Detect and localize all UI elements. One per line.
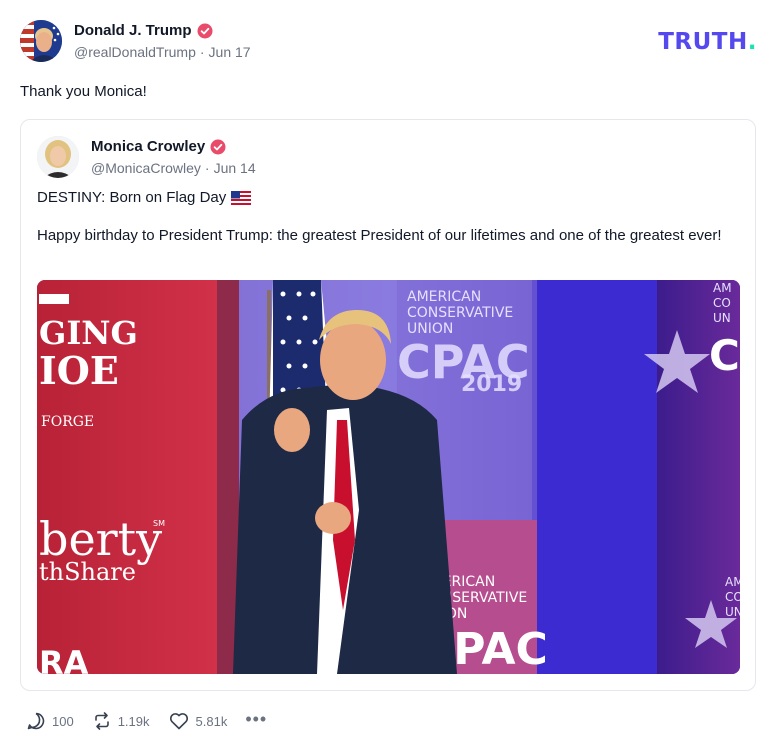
post-date[interactable]: Jun 17 xyxy=(209,44,251,60)
truth-logo-dot: . xyxy=(747,29,757,55)
reply-count: 100 xyxy=(52,713,74,729)
author-avatar[interactable] xyxy=(20,20,62,62)
heart-icon xyxy=(169,713,188,730)
sign-left-text-5: thShare xyxy=(39,558,136,586)
sign-left-text-6: SM xyxy=(153,519,165,528)
truth-logo[interactable]: TRUTH. xyxy=(658,30,757,54)
author-name-row: Donald J. Trump xyxy=(74,21,251,41)
post-text: Thank you Monica! xyxy=(20,83,147,100)
sign-right-text-2: CO xyxy=(713,296,731,310)
post-header: Donald J. Trump @realDonaldTrump · Jun 17 xyxy=(20,20,251,62)
sign-mid-text-1: AMERICAN xyxy=(407,289,481,305)
quoted-body-text: Happy birthday to President Trump: the g… xyxy=(37,227,722,244)
quoted-post-date[interactable]: Jun 14 xyxy=(214,160,256,176)
quoted-author-name[interactable]: Monica Crowley xyxy=(91,138,205,155)
author-sub-row: @realDonaldTrump · Jun 17 xyxy=(74,44,251,62)
author-meta: Donald J. Trump @realDonaldTrump · Jun 17 xyxy=(74,21,251,62)
sign-left-text-2: IOE xyxy=(39,348,119,393)
sign-left-text-1: GING xyxy=(39,314,138,352)
sign-right-text-4: C xyxy=(709,331,740,380)
retruth-button[interactable]: 1.19k xyxy=(92,711,150,731)
sign-right-text-6: CO xyxy=(725,590,740,604)
sign-right-text-7: UN xyxy=(725,605,740,619)
post-actions: 100 1.19k 5.81k ••• xyxy=(26,709,285,731)
truth-wordmark: TRUTH xyxy=(658,29,748,55)
us-flag-icon xyxy=(231,190,252,205)
like-count: 5.81k xyxy=(195,713,228,729)
quoted-headline: DESTINY: Born on Flag Day xyxy=(37,189,252,206)
author-handle[interactable]: @realDonaldTrump xyxy=(74,44,196,60)
author-name[interactable]: Donald J. Trump xyxy=(74,22,192,39)
quoted-post-image[interactable]: GING IOE FORGE berty thShare SM RA AMERI… xyxy=(37,280,740,674)
truth-post: Donald J. Trump @realDonaldTrump · Jun 17 … xyxy=(0,0,777,753)
quoted-author-meta: Monica Crowley @MonicaCrowley · Jun 14 xyxy=(91,137,256,178)
sign-right-text-1: AM xyxy=(713,281,732,295)
sign-mid-text-2: CONSERVATIVE xyxy=(407,305,513,321)
quoted-author-avatar[interactable] xyxy=(37,136,79,178)
sign-mid-text-5: 2019 xyxy=(461,372,522,397)
reply-icon xyxy=(27,712,45,730)
sign-left-text-7: RA xyxy=(39,644,89,674)
verified-badge-icon xyxy=(210,139,226,155)
quoted-headline-text: DESTINY: Born on Flag Day xyxy=(37,189,227,206)
quoted-post-card[interactable]: Monica Crowley @MonicaCrowley · Jun 14 DES… xyxy=(20,119,756,691)
reply-button[interactable]: 100 xyxy=(26,711,74,731)
sign-left-text-3: FORGE xyxy=(41,414,94,430)
sign-right-text-5: AM xyxy=(725,575,740,589)
quoted-sub-row: @MonicaCrowley · Jun 14 xyxy=(91,160,256,178)
separator-dot: · xyxy=(199,43,205,60)
like-button[interactable]: 5.81k xyxy=(168,711,228,731)
more-options-button[interactable]: ••• xyxy=(245,709,268,729)
retruth-icon xyxy=(94,712,109,730)
retruth-count: 1.19k xyxy=(117,713,150,729)
separator-dot: · xyxy=(204,159,210,176)
verified-badge-icon xyxy=(197,23,213,39)
quoted-author-handle[interactable]: @MonicaCrowley xyxy=(91,160,201,176)
sign-right-text-3: UN xyxy=(713,311,731,325)
quoted-header: Monica Crowley @MonicaCrowley · Jun 14 xyxy=(37,136,256,178)
more-dots-icon: ••• xyxy=(245,709,268,729)
quoted-name-row: Monica Crowley xyxy=(91,137,256,157)
